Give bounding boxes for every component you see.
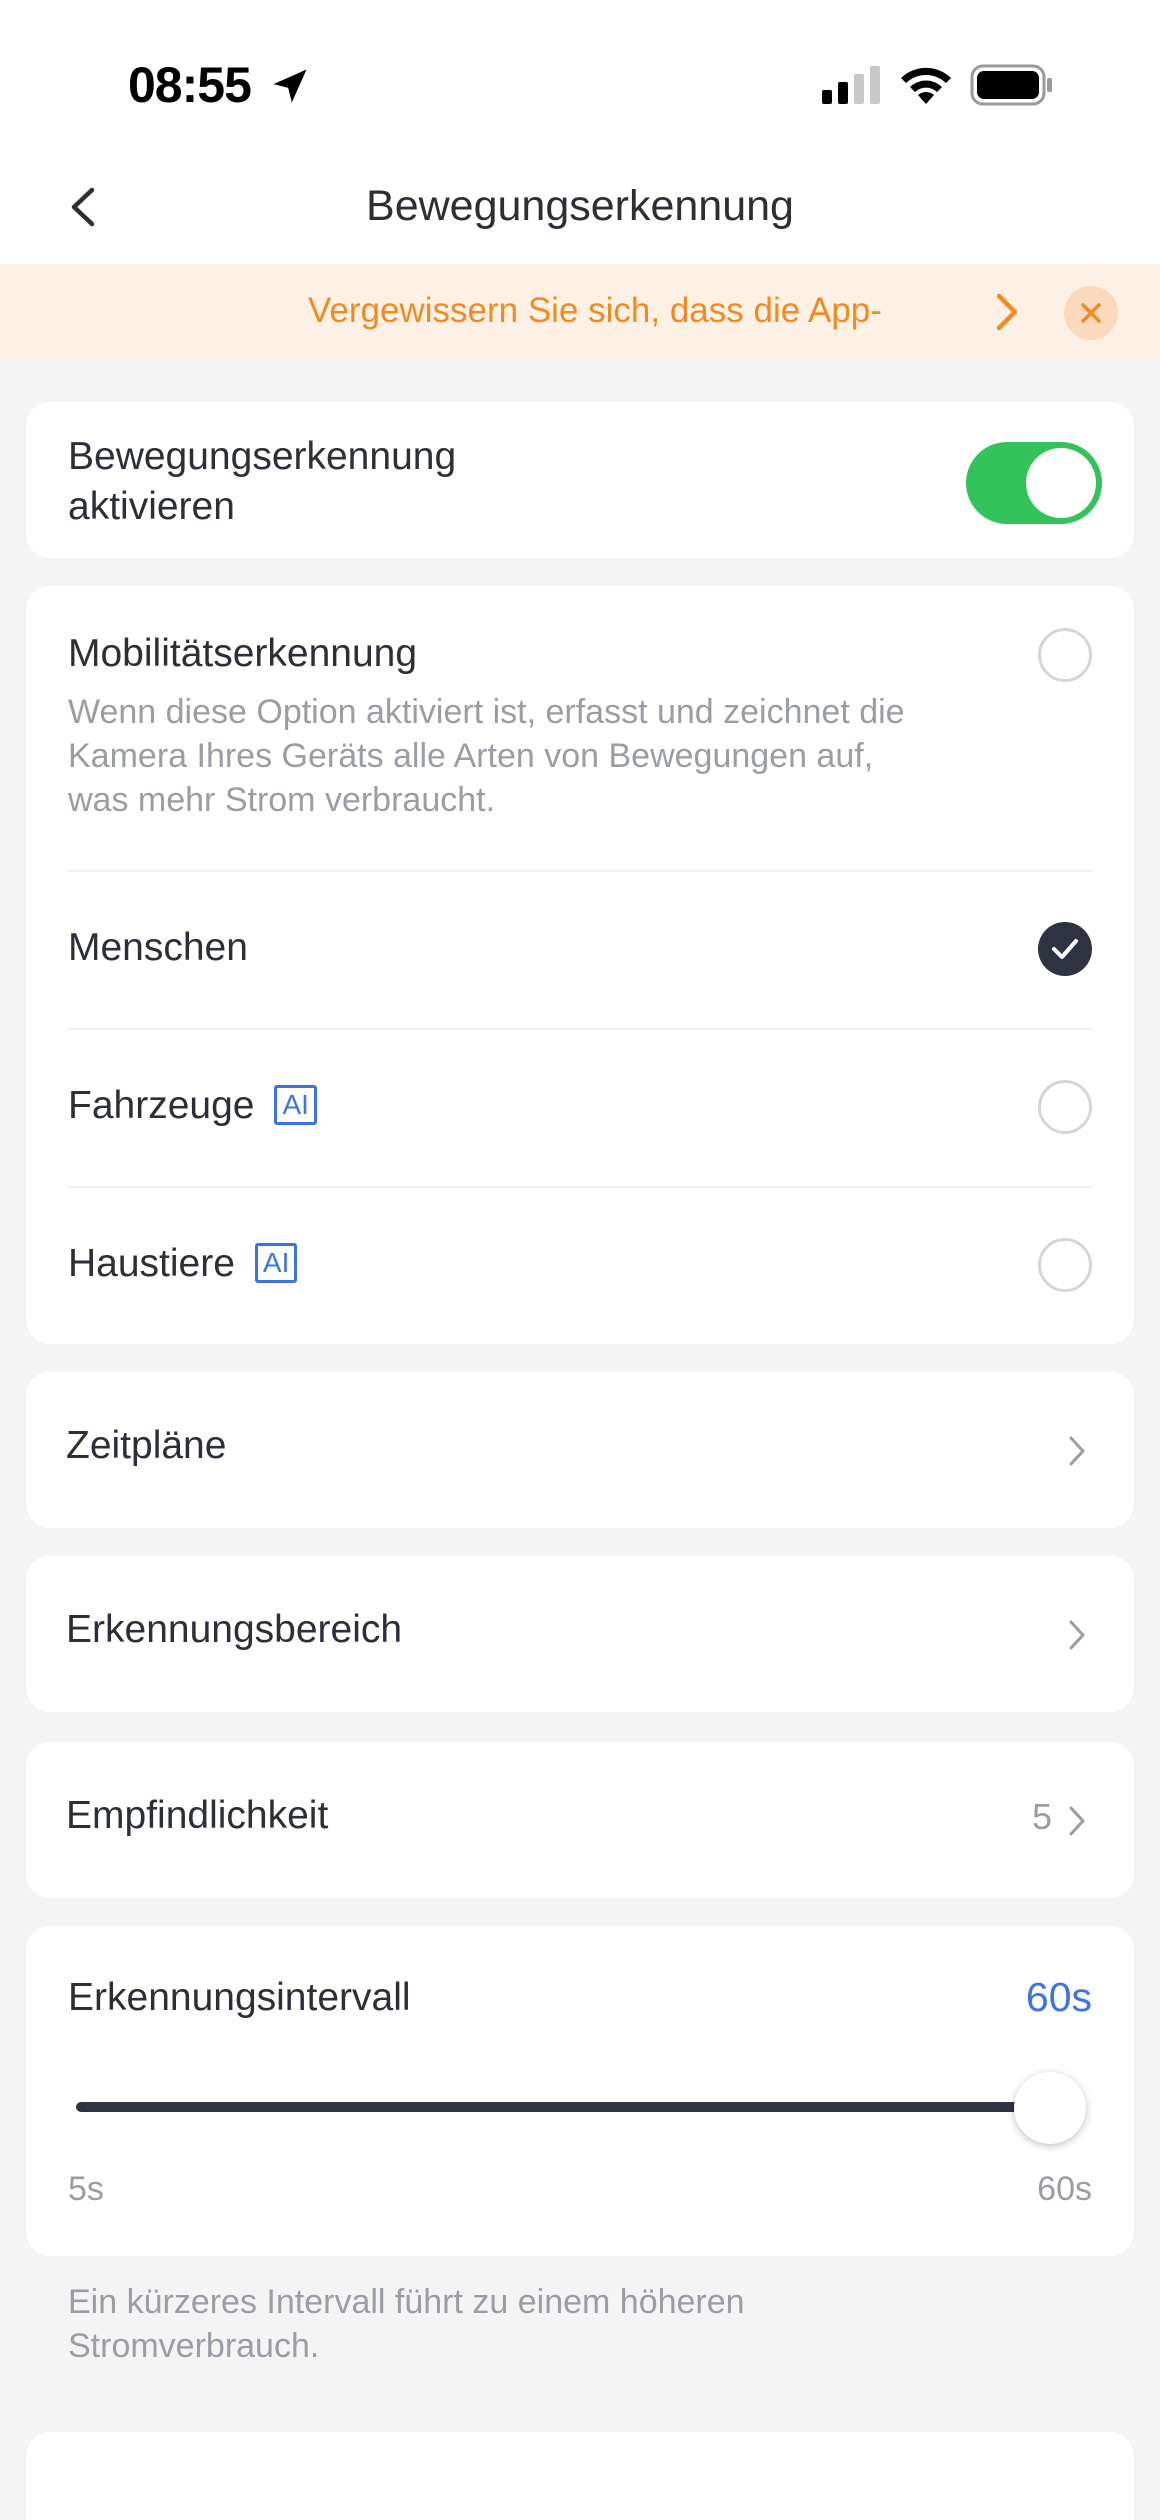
schedules-row[interactable]: Zeitpläne (26, 1372, 1134, 1528)
interval-value: 60s (1025, 1974, 1092, 2020)
enable-motion-label: Bewegungserkennung aktivieren (68, 435, 457, 528)
close-icon (1081, 303, 1101, 323)
chevron-right-icon (1069, 1806, 1085, 1836)
slider-min-label: 5s (68, 2170, 104, 2208)
mobility-radio[interactable] (1038, 628, 1092, 682)
chevron-right-icon[interactable] (992, 290, 1022, 334)
nav-bar: Bewegungserkennung (0, 160, 1160, 264)
interval-slider-thumb[interactable] (1014, 2072, 1086, 2144)
banner-close-button[interactable] (1064, 286, 1118, 340)
cellular-signal-icon (822, 66, 880, 104)
location-arrow-icon (273, 69, 307, 103)
sensitivity-label: Empfindlichkeit (66, 1794, 329, 1837)
interval-card: Erkennungsintervall 60s 5s 60s (26, 1926, 1134, 2256)
chevron-right-icon (1069, 1620, 1085, 1650)
enable-motion-card: Bewegungserkennung aktivieren (26, 402, 1134, 558)
vehicles-radio[interactable] (1038, 1080, 1092, 1134)
checkmark-icon (1052, 939, 1078, 959)
enable-motion-toggle[interactable] (966, 442, 1102, 524)
detection-area-row[interactable]: Erkennungsbereich (26, 1556, 1134, 1712)
interval-label: Erkennungsintervall (68, 1976, 411, 2019)
option-vehicles[interactable]: Fahrzeuge AI (26, 1030, 1134, 1186)
option-title: Haustiere (68, 1242, 235, 1285)
sensitivity-value: 5 (1032, 1796, 1053, 1837)
people-radio-checked[interactable] (1038, 922, 1092, 976)
notice-banner[interactable]: Vergewissern Sie sich, dass die App- (0, 264, 1160, 360)
option-title-wrap: Haustiere AI (68, 1242, 298, 1286)
ai-badge: AI (254, 1243, 298, 1283)
sensitivity-row[interactable]: Empfindlichkeit 5 (26, 1742, 1134, 1898)
detection-area-label: Erkennungsbereich (66, 1608, 403, 1651)
toggle-knob (1026, 448, 1096, 518)
option-people[interactable]: Menschen (26, 872, 1134, 1028)
option-pets[interactable]: Haustiere AI (26, 1188, 1134, 1344)
next-card-edge (26, 2432, 1134, 2520)
ai-badge: AI (274, 1085, 317, 1125)
option-title: Fahrzeuge (68, 1084, 255, 1127)
interval-footnote: Ein kürzeres Intervall führt zu einem hö… (68, 2283, 745, 2365)
option-title: Mobilitätserkennung (68, 632, 418, 675)
option-title: Menschen (68, 926, 248, 969)
option-title-wrap: Fahrzeuge AI (68, 1084, 317, 1128)
pets-radio[interactable] (1038, 1238, 1092, 1292)
banner-text[interactable]: Vergewissern Sie sich, dass die App- (308, 291, 934, 331)
status-time: 08:55 (128, 57, 252, 113)
battery-icon (970, 64, 1052, 106)
detection-types-card: Mobilitätserkennung Wenn diese Option ak… (26, 586, 1134, 1344)
option-description: Wenn diese Option aktiviert ist, erfasst… (68, 693, 905, 819)
interval-slider-track[interactable] (76, 2102, 1086, 2112)
option-mobility[interactable]: Mobilitätserkennung Wenn diese Option ak… (26, 586, 1134, 870)
slider-max-label: 60s (1037, 2170, 1092, 2208)
status-bar: 08:55 (0, 0, 1160, 160)
wifi-icon (901, 67, 951, 104)
chevron-right-icon (1069, 1436, 1085, 1466)
page-title: Bewegungserkennung (366, 182, 794, 230)
schedules-label: Zeitpläne (66, 1424, 227, 1467)
